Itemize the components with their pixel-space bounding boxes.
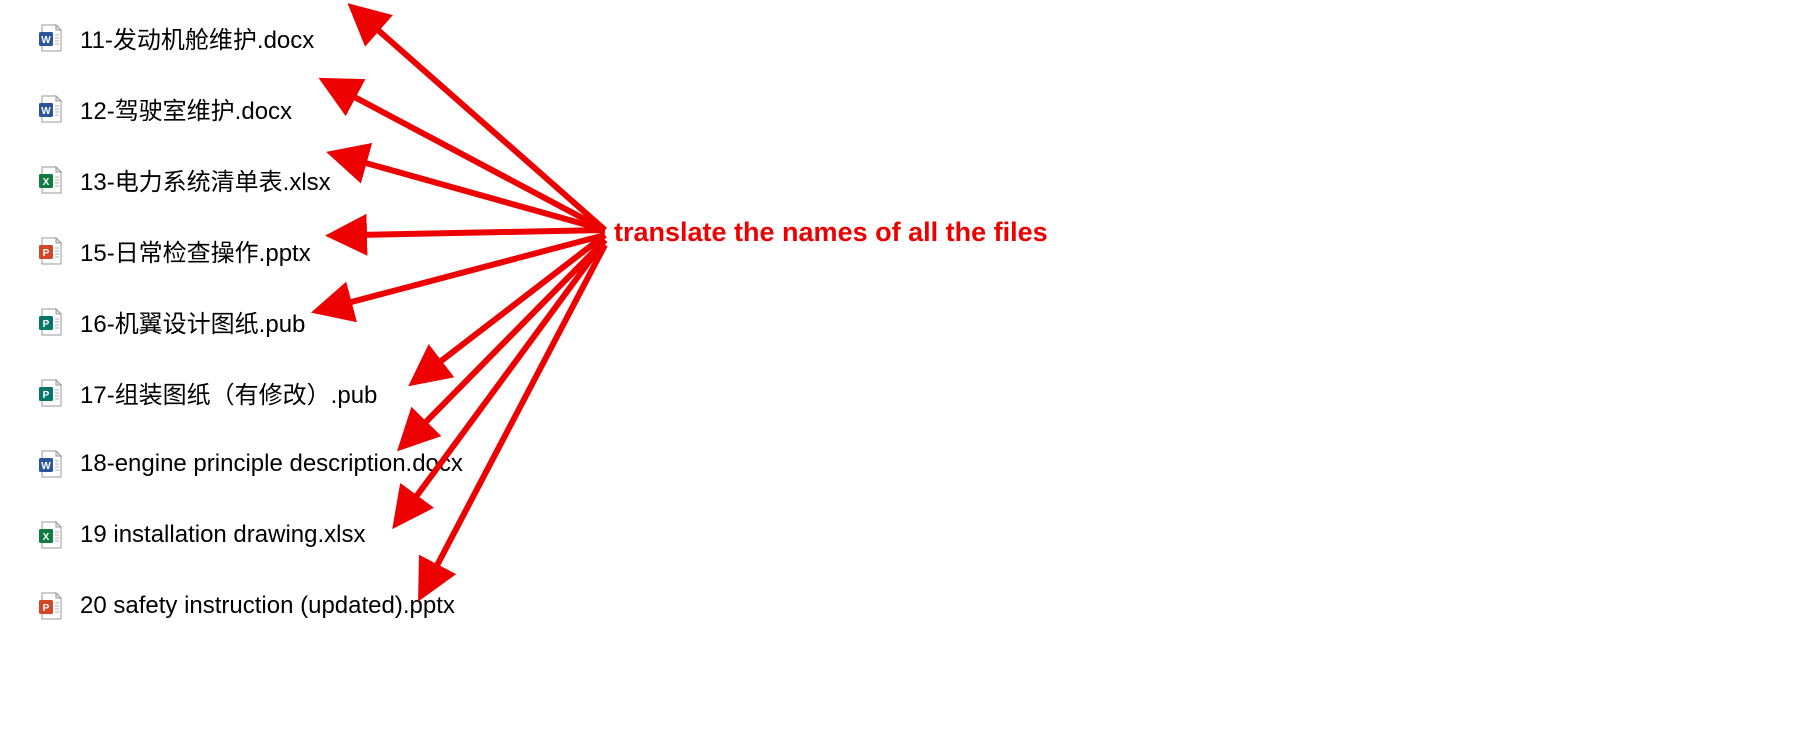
file-item[interactable]: P 16-机翼设计图纸.pub: [38, 286, 463, 357]
file-item[interactable]: X 13-电力系统清单表.xlsx: [38, 144, 463, 215]
svg-text:P: P: [43, 319, 50, 330]
publisher-icon: P: [38, 308, 62, 336]
file-name-label: 12-驾驶室维护.docx: [80, 91, 292, 126]
excel-icon: X: [38, 166, 62, 194]
publisher-icon: P: [38, 379, 62, 407]
svg-text:W: W: [41, 35, 51, 46]
file-name-label: 15-日常检查操作.pptx: [80, 233, 311, 268]
svg-text:P: P: [43, 248, 50, 259]
powerpoint-icon: P: [38, 237, 62, 265]
file-item[interactable]: P 15-日常检查操作.pptx: [38, 215, 463, 286]
svg-text:P: P: [43, 603, 50, 614]
word-icon: W: [38, 95, 62, 123]
file-name-label: 11-发动机舱维护.docx: [80, 20, 314, 55]
file-item[interactable]: W 18-engine principle description.docx: [38, 428, 463, 499]
svg-text:X: X: [43, 532, 50, 543]
file-item[interactable]: W 11-发动机舱维护.docx: [38, 2, 463, 73]
file-item[interactable]: W 12-驾驶室维护.docx: [38, 73, 463, 144]
file-item[interactable]: P 17-组装图纸（有修改）.pub: [38, 357, 463, 428]
excel-icon: X: [38, 521, 62, 549]
file-name-label: 18-engine principle description.docx: [80, 450, 463, 478]
file-name-label: 19 installation drawing.xlsx: [80, 521, 365, 549]
annotation-text: translate the names of all the files: [614, 217, 1048, 248]
svg-text:W: W: [41, 461, 51, 472]
file-name-label: 20 safety instruction (updated).pptx: [80, 592, 455, 620]
svg-text:P: P: [43, 390, 50, 401]
svg-text:X: X: [43, 177, 50, 188]
file-name-label: 13-电力系统清单表.xlsx: [80, 162, 331, 197]
file-name-label: 16-机翼设计图纸.pub: [80, 304, 305, 339]
word-icon: W: [38, 24, 62, 52]
file-list: W 11-发动机舱维护.docx W 12-驾驶室维护.docx X 13-电力…: [38, 2, 463, 641]
file-item[interactable]: X 19 installation drawing.xlsx: [38, 499, 463, 570]
word-icon: W: [38, 450, 62, 478]
powerpoint-icon: P: [38, 592, 62, 620]
file-item[interactable]: P 20 safety instruction (updated).pptx: [38, 570, 463, 641]
svg-text:W: W: [41, 106, 51, 117]
file-name-label: 17-组装图纸（有修改）.pub: [80, 375, 377, 410]
